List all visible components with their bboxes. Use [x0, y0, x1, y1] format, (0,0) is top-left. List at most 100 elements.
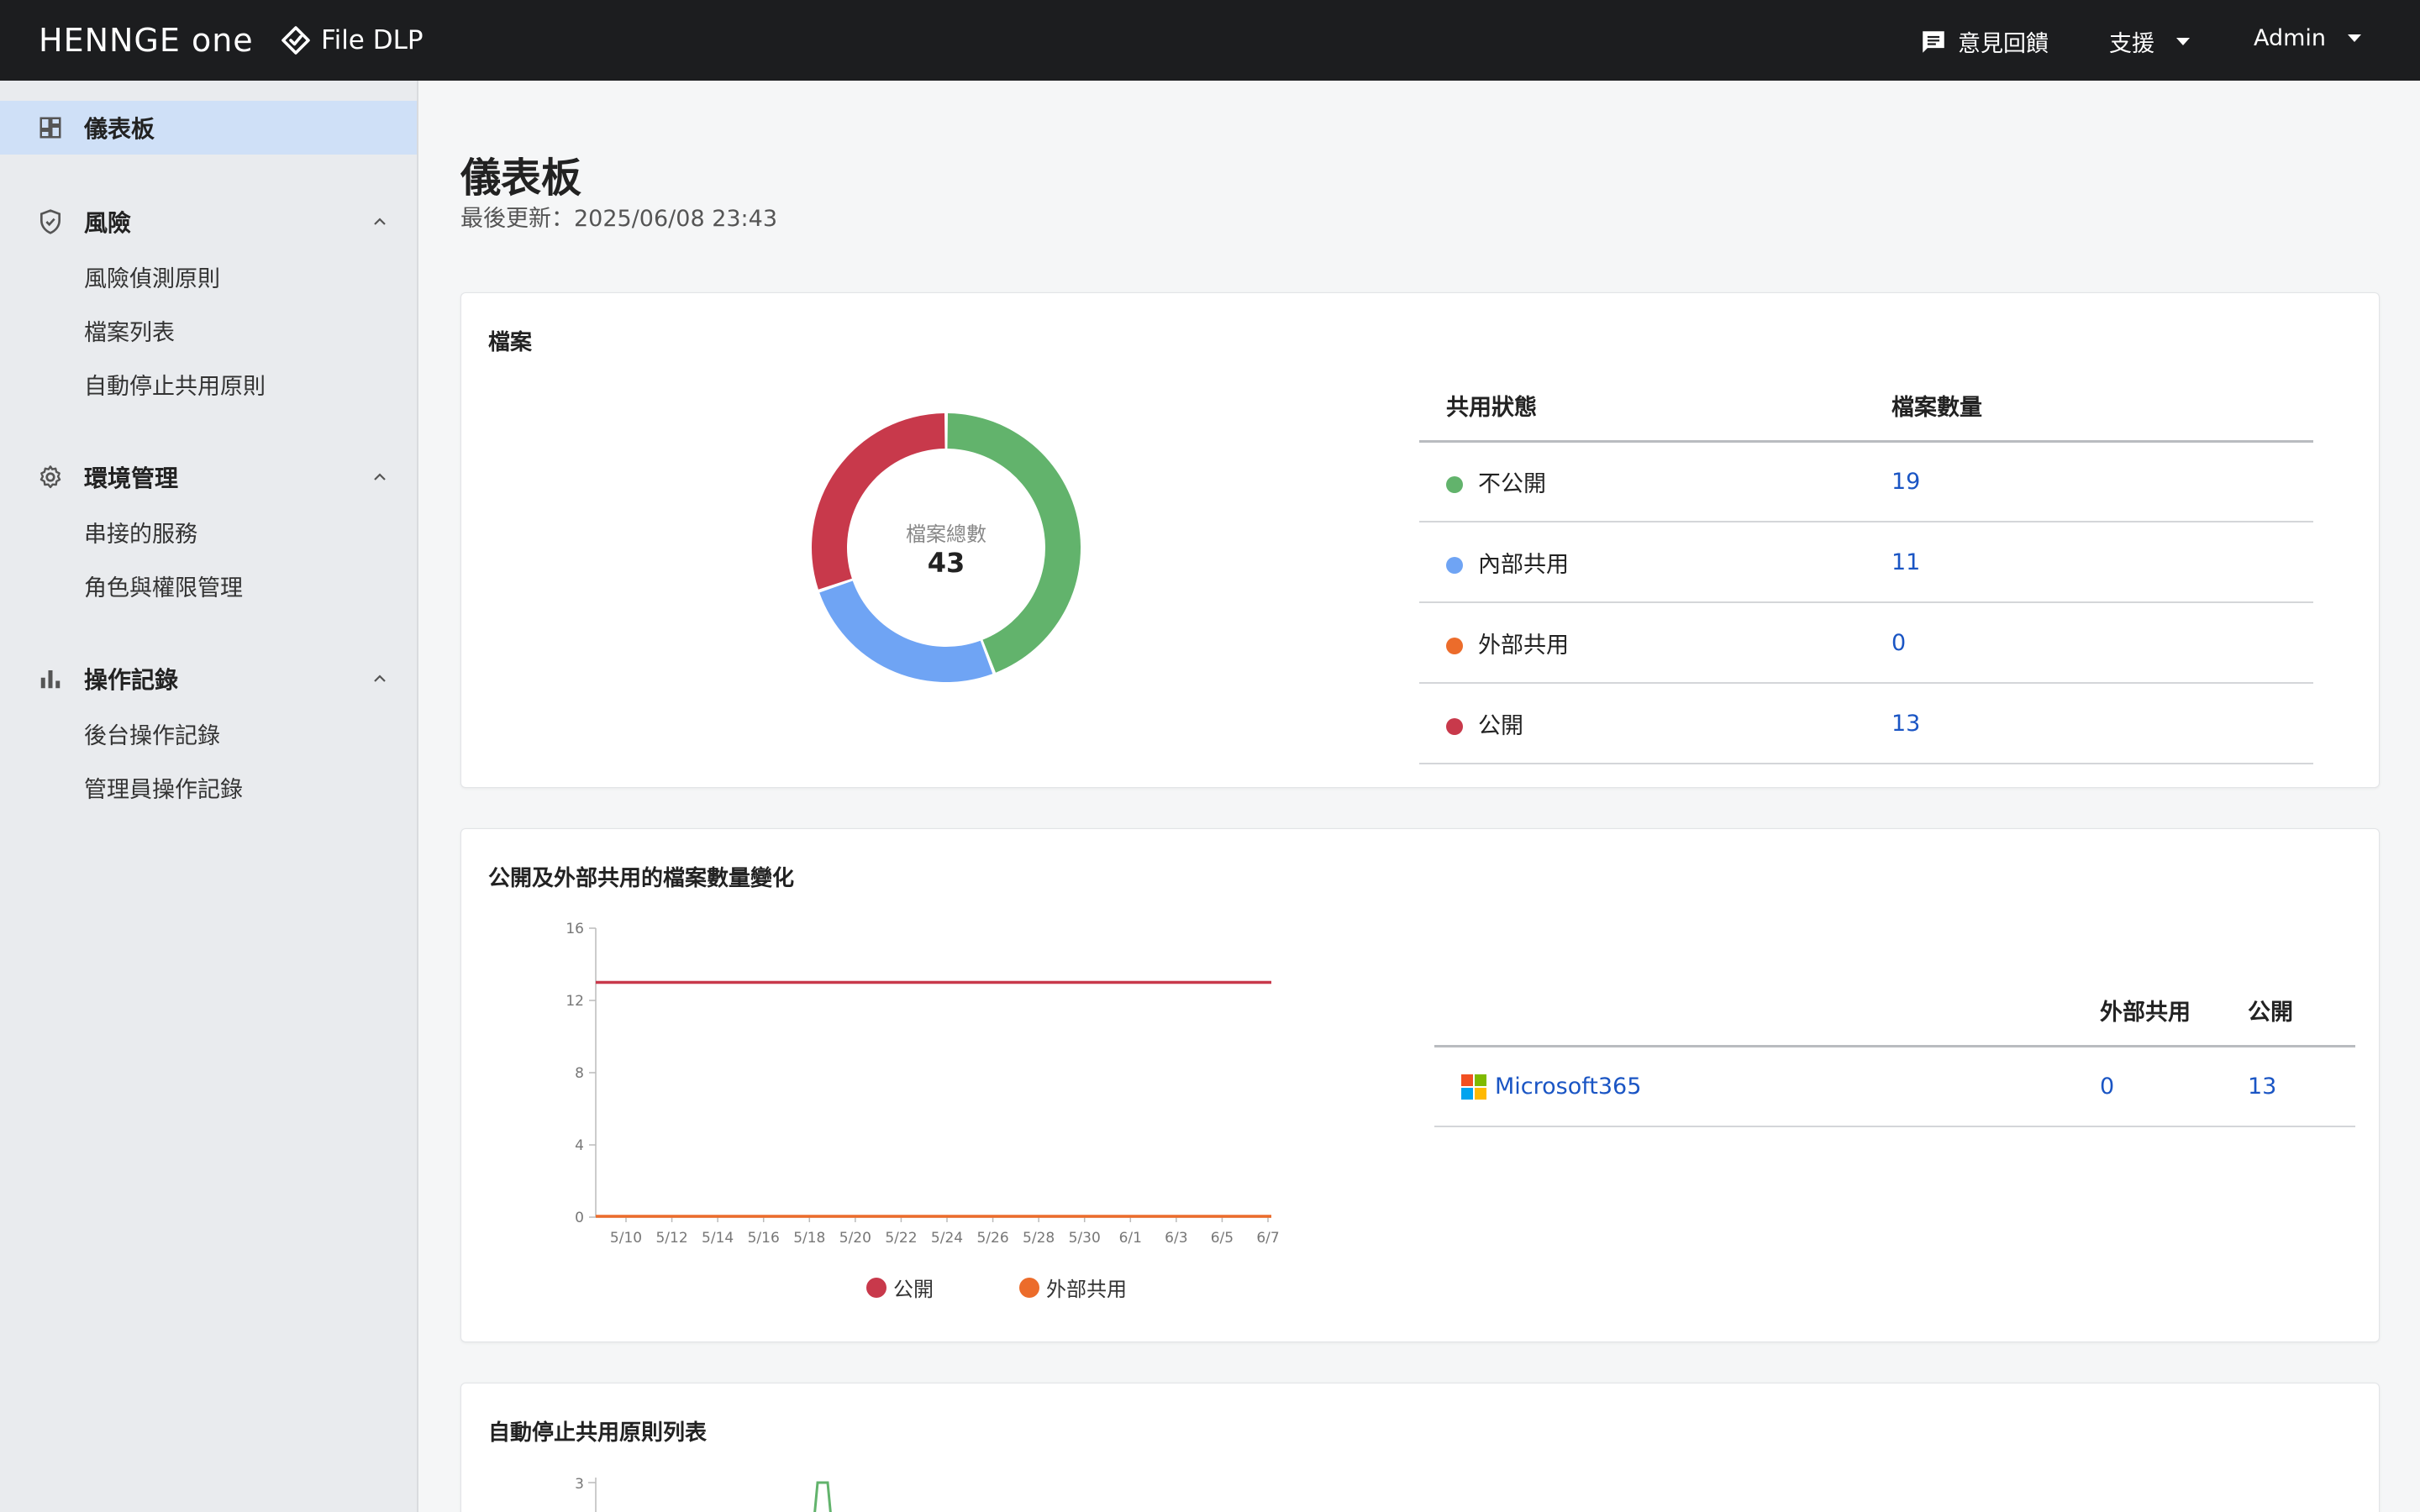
x-tick-label: 5/18	[793, 1230, 825, 1247]
y-tick-label: 4	[575, 1137, 584, 1154]
brand-text: HENNGE one	[39, 22, 254, 59]
count-link[interactable]: 13	[1891, 711, 1920, 737]
auto-stop-series-line	[813, 1481, 832, 1512]
col-header-external: 外部共用	[2073, 975, 2221, 1047]
count-link[interactable]: 19	[1891, 469, 1920, 495]
status-dot	[1446, 476, 1463, 494]
public-count-link[interactable]: 13	[2248, 1074, 2276, 1100]
sidebar-item-dashboard[interactable]: 儀表板	[0, 101, 417, 155]
caret-down-icon	[2348, 34, 2362, 42]
sidebar-item-backend-logs[interactable]: 後台操作記錄	[84, 717, 220, 750]
service-link[interactable]: Microsoft365	[1495, 1074, 1641, 1100]
sidebar-group-environment[interactable]: 環境管理	[0, 450, 417, 504]
chevron-up-icon[interactable]	[370, 212, 390, 232]
support-label: 支援	[2109, 31, 2154, 57]
status-cell: 內部共用	[1419, 522, 1865, 603]
sidebar-group-logs[interactable]: 操作記錄	[0, 652, 417, 706]
x-tick-label: 5/16	[748, 1230, 780, 1247]
external-count-cell: 0	[2073, 1046, 2221, 1127]
status-dot	[1446, 557, 1463, 574]
service-cell: Microsoft365	[1434, 1046, 2073, 1127]
table-row: 公開 13	[1419, 683, 2313, 764]
auto-stop-chart: 3	[575, 1476, 832, 1512]
gear-icon	[35, 462, 66, 492]
count-cell: 11	[1865, 522, 2313, 603]
y-tick-label: 0	[575, 1210, 584, 1226]
status-label: 內部共用	[1478, 551, 1569, 578]
status-cell: 不公開	[1419, 441, 1865, 522]
legend-dot	[866, 1277, 886, 1298]
top-bar: HENNGE one File DLP 意見回饋 支援 Admin	[0, 0, 2420, 81]
x-tick-label: 5/30	[1069, 1230, 1101, 1247]
page-title: 儀表板	[460, 155, 582, 202]
public-count-cell: 13	[2221, 1046, 2355, 1127]
count-cell: 13	[1865, 683, 2313, 764]
trend-line-chart: 0 4 8 12 16 5/10 5/12 5/14 5/16 5/18 5/20 5/22 5/24 5…	[566, 921, 1279, 1247]
sidebar-group-risk[interactable]: 風險	[0, 195, 417, 249]
legend-label: 公開	[893, 1278, 934, 1301]
trend-card: 公開及外部共用的檔案數量變化 0 4 8 12 16 5/10 5/12 5/14 5/16 5/…	[460, 828, 2380, 1342]
product-label: File DLP	[321, 25, 424, 55]
sidebar-item-admin-logs[interactable]: 管理員操作記錄	[84, 771, 243, 804]
table-row: Microsoft365 0 13	[1434, 1046, 2355, 1127]
x-tick-label: 5/24	[931, 1230, 963, 1247]
microsoft-logo-icon	[1461, 1074, 1486, 1100]
file-dlp-icon	[281, 26, 310, 55]
sidebar-item-auto-stop-policy[interactable]: 自動停止共用原則	[84, 368, 266, 401]
files-table-body: 不公開 19 內部共用 11 外部共用 0 公開 13	[1419, 441, 2313, 764]
x-tick-label: 5/28	[1023, 1230, 1055, 1247]
donut-center-value: 43	[927, 546, 965, 579]
sidebar-group-label: 風險	[84, 209, 132, 237]
sidebar-item-connected-services[interactable]: 串接的服務	[84, 516, 197, 549]
feedback-icon	[1923, 30, 1944, 53]
feedback-button[interactable]: 意見回饋	[1919, 25, 2049, 58]
sidebar: 儀表板 風險 風險偵測原則 檔案列表 自動停止共用原則 環境管理 串接的服務 角…	[0, 81, 418, 1512]
sidebar-group-label: 環境管理	[84, 465, 179, 492]
x-tick-label: 5/12	[655, 1230, 687, 1247]
status-label: 外部共用	[1478, 632, 1569, 659]
y-tick-label: 8	[575, 1065, 584, 1082]
status-cell: 公開	[1419, 683, 1865, 764]
x-tick-label: 5/14	[702, 1230, 734, 1247]
col-header-public: 公開	[2221, 975, 2355, 1047]
external-count-link[interactable]: 0	[2100, 1074, 2114, 1100]
chevron-up-icon[interactable]	[370, 669, 390, 689]
files-card: 檔案 檔案總數 43 共用狀態 檔案數量 不公開 19 內部共用 11 外部共用 0 公開 1…	[460, 292, 2380, 788]
col-header-service	[1434, 975, 2073, 1047]
table-row: 外部共用 0	[1419, 602, 2313, 684]
support-menu[interactable]: 支援	[2109, 25, 2190, 58]
admin-menu[interactable]: Admin	[2254, 25, 2362, 51]
brand-logo[interactable]: HENNGE one	[39, 0, 254, 81]
files-donut-chart: 檔案總數 43	[808, 409, 1085, 686]
table-row: 不公開 19	[1419, 441, 2313, 522]
donut-center-label: 檔案總數	[906, 522, 986, 546]
chevron-up-icon[interactable]	[370, 467, 390, 487]
feedback-label: 意見回饋	[1958, 31, 2049, 57]
status-dot	[1446, 718, 1463, 735]
count-link[interactable]: 0	[1891, 630, 1906, 656]
legend-item-external[interactable]: 外部共用	[1019, 1273, 1127, 1302]
col-header-count: 檔案數量	[1865, 370, 2313, 443]
legend-item-public[interactable]: 公開	[866, 1273, 934, 1302]
status-label: 公開	[1478, 712, 1523, 739]
legend-dot	[1019, 1277, 1039, 1298]
x-tick-label: 6/3	[1165, 1230, 1187, 1247]
sidebar-item-file-list[interactable]: 檔案列表	[84, 314, 175, 347]
bar-chart-icon	[35, 664, 66, 694]
y-tick-label: 12	[566, 993, 584, 1010]
legend-label: 外部共用	[1046, 1278, 1127, 1301]
product-name[interactable]: File DLP	[281, 0, 424, 81]
x-tick-label: 5/10	[610, 1230, 642, 1247]
service-table: 外部共用 公開 Microsoft365 0 13	[1434, 975, 2355, 1127]
y-tick-label: 16	[566, 921, 584, 937]
donut-center: 檔案總數 43	[808, 409, 1085, 686]
x-tick-label: 6/5	[1211, 1230, 1234, 1247]
count-link[interactable]: 11	[1891, 549, 1920, 575]
sidebar-item-risk-policy[interactable]: 風險偵測原則	[84, 260, 220, 293]
sidebar-item-roles-permissions[interactable]: 角色與權限管理	[84, 570, 243, 602]
status-dot	[1446, 638, 1463, 654]
table-row: 內部共用 11	[1419, 522, 2313, 603]
chart-legend: 公開 外部共用	[866, 1273, 1127, 1302]
dashboard-icon	[35, 113, 66, 143]
x-tick-label: 5/26	[976, 1230, 1008, 1247]
